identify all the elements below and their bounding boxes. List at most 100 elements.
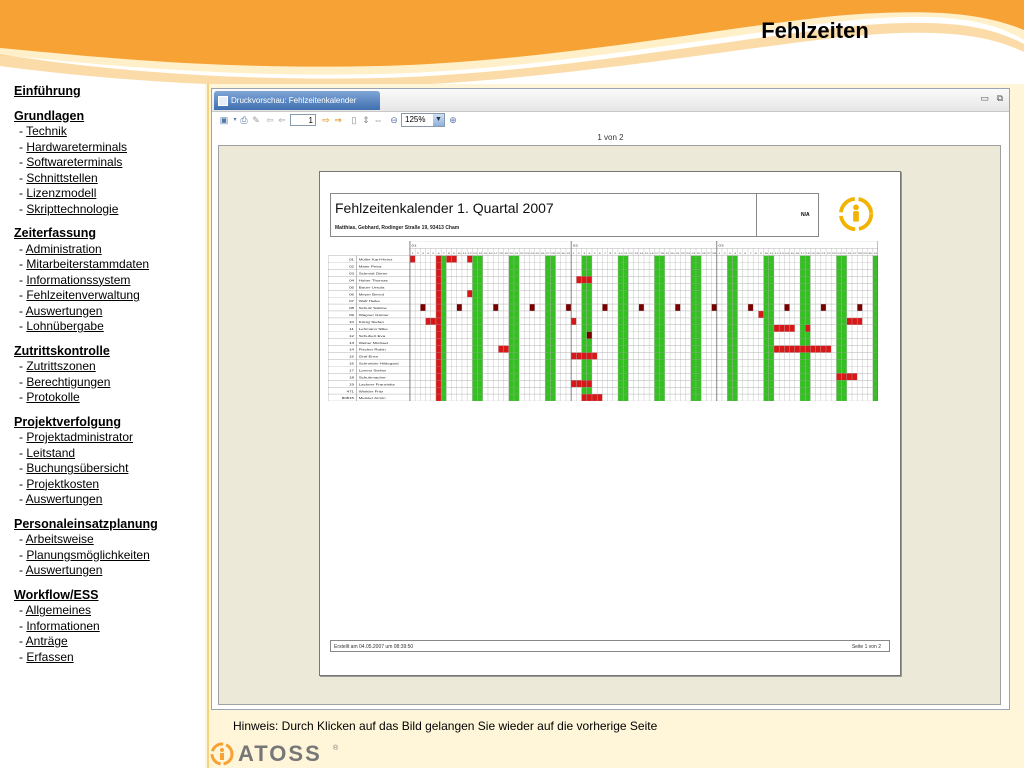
report-footer: Erstellt am 04.05.2007 um 08:39:50 Seite…: [330, 640, 890, 652]
tab-print-preview[interactable]: Druckvorschau: Fehlzeitenkalender Quarta…: [214, 91, 380, 125]
nav-link[interactable]: Planungsmöglichkeiten: [26, 548, 149, 562]
nav-link[interactable]: Informationssystem: [26, 273, 130, 287]
next-page-icon[interactable]: ⇨: [320, 114, 332, 126]
nav-link[interactable]: Anträge: [26, 634, 68, 648]
nav-link[interactable]: Technik: [26, 124, 67, 138]
nav-section: Zutrittskontrolle - Zutrittszonen - Berech…: [14, 344, 204, 406]
employee-name: Schneider Hildegard: [359, 362, 399, 365]
day-label: 23: [832, 252, 836, 255]
last-page-icon[interactable]: ⇒: [332, 114, 344, 126]
nav-link[interactable]: Fehlzeitenverwaltung: [26, 288, 139, 302]
nav-link[interactable]: Lohnübergabe: [26, 319, 103, 333]
employee-id: 02: [349, 265, 354, 268]
employee-id: 80815: [342, 397, 354, 400]
day-label: 29: [556, 252, 560, 255]
absence-cell: [467, 255, 473, 263]
day-label: 28: [858, 252, 862, 255]
nav-link[interactable]: Informationen: [26, 619, 99, 633]
absence-calendar-grid: 011 2 3 4 5 6 7 8 9 10 11 12 13 14 15 16 17 18 19 20 21 22 23 2…: [328, 241, 878, 401]
nav-item: - Softwareterminals: [19, 155, 123, 169]
weekend-column: [441, 255, 447, 401]
nav-link[interactable]: Mitarbeiterstammdaten: [26, 257, 149, 271]
nav-link[interactable]: Projektkosten: [26, 477, 99, 491]
weekend-column: [654, 255, 660, 401]
nav-link[interactable]: Leitstand: [26, 446, 75, 460]
nav-link[interactable]: Protokolle: [26, 390, 79, 404]
weekend-column: [768, 255, 774, 401]
nav-section-heading[interactable]: Personaleinsatzplanung: [14, 517, 204, 533]
nav-link[interactable]: Zutrittszonen: [26, 359, 95, 373]
nav-link[interactable]: Lizenzmodell: [26, 186, 96, 200]
nav-item: - Planungsmöglichkeiten: [19, 547, 150, 562]
absence-cell: [581, 276, 587, 284]
nav-section-heading[interactable]: Projektverfolgung: [14, 415, 204, 431]
nav-link[interactable]: Hardwareterminals: [26, 140, 127, 154]
nav-link[interactable]: Arbeitsweise: [26, 532, 94, 546]
preview-viewport[interactable]: Fehlzeitenkalender 1. Quartal 2007 Matth…: [218, 145, 1001, 705]
minimize-icon[interactable]: ▭: [980, 93, 989, 104]
nav-item: - Auswertungen: [19, 303, 103, 318]
nav-section: Personaleinsatzplanung - Arbeitsweise - Pl…: [14, 517, 204, 579]
absence-cell: [586, 331, 592, 339]
nav-link[interactable]: Auswertungen: [26, 304, 103, 318]
registered-mark: ®: [333, 745, 339, 752]
zoom-in-icon[interactable]: ⊕: [447, 114, 459, 126]
day-label: 12: [629, 252, 633, 255]
nav-link[interactable]: Erfassen: [26, 650, 73, 664]
nav-link[interactable]: Schnittstellen: [26, 171, 97, 185]
employee-name: Schuhmacher: [359, 376, 387, 379]
nav-link[interactable]: Auswertungen: [26, 563, 103, 577]
weekend-column: [477, 255, 483, 401]
nav-item: - Administration: [19, 241, 102, 256]
nav-section-heading[interactable]: Zutrittskontrolle: [14, 344, 204, 360]
employee-id: 03: [349, 272, 354, 275]
nav-section-heading[interactable]: Workflow/ESS: [14, 588, 204, 604]
nav-section-heading[interactable]: Einführung: [14, 84, 204, 100]
maximize-icon[interactable]: ⧉: [997, 93, 1003, 104]
day-label: 11: [463, 252, 467, 255]
nav-section-heading[interactable]: Grundlagen: [14, 109, 204, 125]
nav-item: - Lohnübergabe: [19, 319, 104, 333]
nav-link[interactable]: Berechtigungen: [26, 375, 110, 389]
absence-cell: [815, 345, 821, 353]
nav-link[interactable]: Buchungsübersicht: [26, 461, 128, 475]
zoom-out-icon[interactable]: ⊖: [388, 114, 400, 126]
print-setup-icon[interactable]: ✎: [250, 114, 262, 126]
absence-cell: [784, 324, 790, 332]
nav-link[interactable]: Allgemeines: [26, 603, 91, 617]
day-label: 28: [551, 252, 555, 255]
absence-cell: [498, 345, 504, 353]
chevron-down-icon[interactable]: ▼: [433, 114, 444, 126]
nav-item: - Leitstand: [19, 445, 76, 460]
print-icon[interactable]: ⎙: [238, 114, 250, 126]
day-label: 25: [842, 252, 846, 255]
nav-link[interactable]: Skripttechnologie: [26, 202, 118, 216]
page-number-input[interactable]: [290, 114, 316, 126]
previous-page-icon[interactable]: ⇐: [276, 114, 288, 126]
report-header: Fehlzeitenkalender 1. Quartal 2007 Matth…: [330, 193, 819, 237]
single-page-icon[interactable]: ▯: [348, 114, 360, 126]
first-page-icon[interactable]: ⇦: [264, 114, 276, 126]
employee-name: Winkler Fritz: [359, 390, 384, 393]
nav-link[interactable]: Projektadministrator: [26, 430, 133, 444]
nav-link[interactable]: Administration: [26, 242, 102, 256]
fit-width-icon[interactable]: ⇔: [372, 114, 384, 126]
absence-cell: [565, 304, 572, 311]
nav-item: - Hardwareterminals: [19, 139, 128, 154]
employee-id: 04: [349, 279, 354, 282]
day-label: 16: [489, 252, 493, 255]
absence-cell: [638, 304, 644, 311]
nav-section: Projektverfolgung - Projektadministrator -…: [14, 415, 204, 508]
zoom-select[interactable]: 125% ▼: [401, 113, 445, 127]
day-label: 17: [655, 252, 659, 255]
nav-section-heading[interactable]: Zeiterfassung: [14, 226, 204, 242]
report-subtitle: Matthias, Gebhard, Rodinger Straße 19, 9…: [335, 225, 460, 231]
fit-height-icon[interactable]: ⇕: [360, 114, 372, 126]
day-label: 15: [483, 252, 487, 255]
weekend-column: [617, 255, 624, 401]
nav-link[interactable]: Softwareterminals: [26, 155, 122, 169]
nav-item: - Mitarbeiterstammdaten: [19, 257, 150, 271]
nav-link[interactable]: Auswertungen: [26, 492, 103, 506]
nav-item: - Allgemeines: [19, 603, 92, 617]
report-na-label: N/A: [801, 212, 810, 218]
